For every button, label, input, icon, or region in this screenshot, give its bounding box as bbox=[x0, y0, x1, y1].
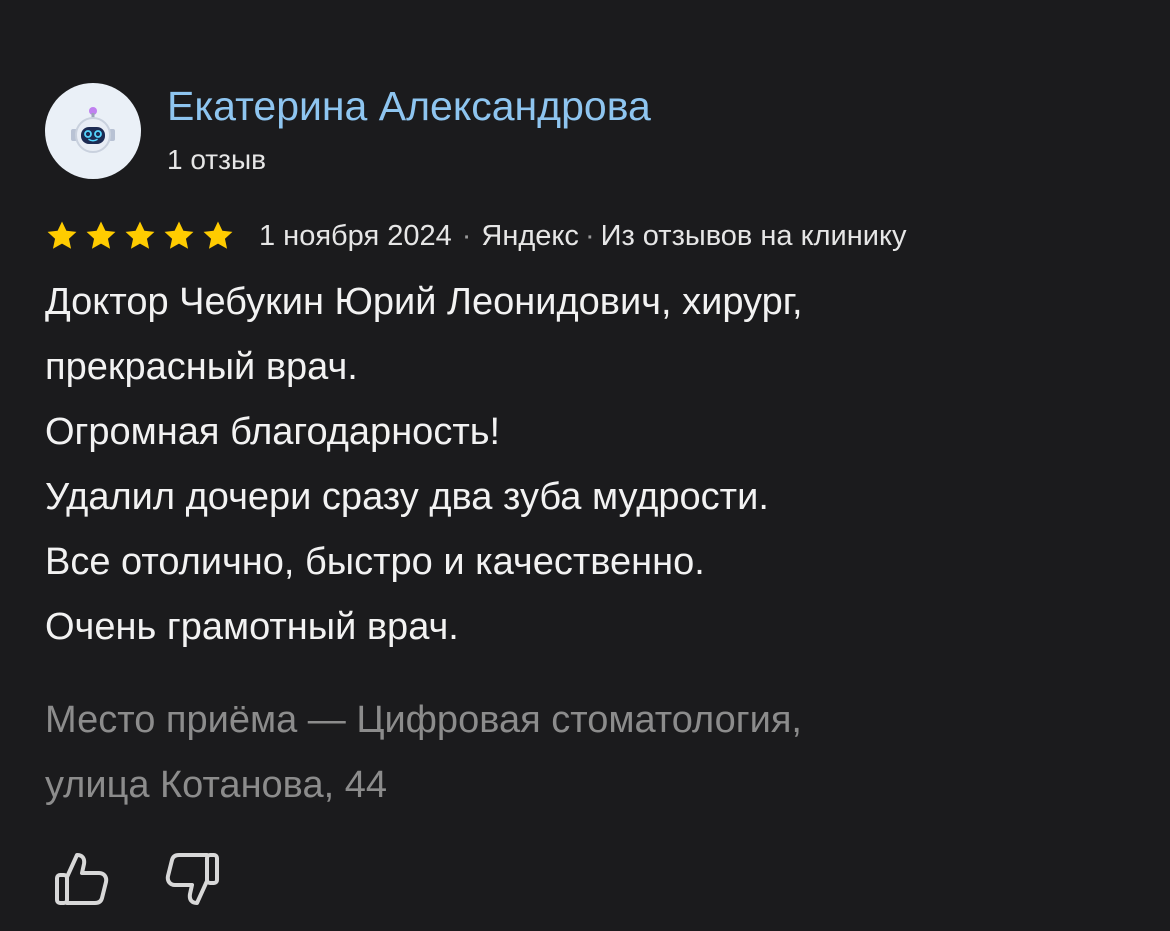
meta-separator: · bbox=[584, 219, 595, 252]
thumbs-down-icon bbox=[165, 853, 219, 905]
place-line: улица Котанова, 44 bbox=[45, 764, 387, 806]
review-line: Доктор Чебукин Юрий Леонидович, хирург, bbox=[45, 281, 803, 323]
review-text: Доктор Чебукин Юрий Леонидович, хирург, … bbox=[45, 270, 1135, 660]
visit-place: Место приёма — Цифровая стоматология, ул… bbox=[45, 688, 1135, 818]
review-line: Очень грамотный врач. bbox=[45, 606, 459, 648]
star-rating bbox=[45, 219, 235, 253]
review-date: 1 ноября 2024 bbox=[259, 220, 452, 252]
thumbs-up-icon bbox=[55, 853, 109, 905]
review-source: Яндекс bbox=[481, 220, 579, 252]
place-line: Место приёма — Цифровая стоматология, bbox=[45, 699, 802, 741]
avatar[interactable] bbox=[45, 83, 141, 179]
review-line: Удалил дочери сразу два зуба мудрости. bbox=[45, 476, 769, 518]
star-icon bbox=[86, 221, 116, 249]
star-icon bbox=[47, 221, 77, 249]
review-line: прекрасный врач. bbox=[45, 346, 358, 388]
author-name[interactable]: Екатерина Александрова bbox=[167, 80, 651, 132]
star-icon bbox=[164, 221, 194, 249]
like-button[interactable] bbox=[48, 846, 114, 912]
star-icon bbox=[203, 221, 233, 249]
review-meta-row: 1 ноября 2024 · Яндекс · Из отзывов на к… bbox=[45, 214, 906, 258]
review-actions bbox=[48, 846, 226, 912]
review-line: Все отолично, быстро и качественно. bbox=[45, 541, 705, 583]
star-icon bbox=[125, 221, 155, 249]
dislike-button[interactable] bbox=[160, 846, 226, 912]
review-line: Огромная благодарность! bbox=[45, 411, 501, 453]
review-origin: Из отзывов на клинику bbox=[600, 220, 907, 252]
robot-avatar-icon bbox=[71, 107, 115, 153]
meta-separator: · bbox=[461, 219, 472, 252]
author-reviews-count: 1 отзыв bbox=[167, 144, 266, 175]
